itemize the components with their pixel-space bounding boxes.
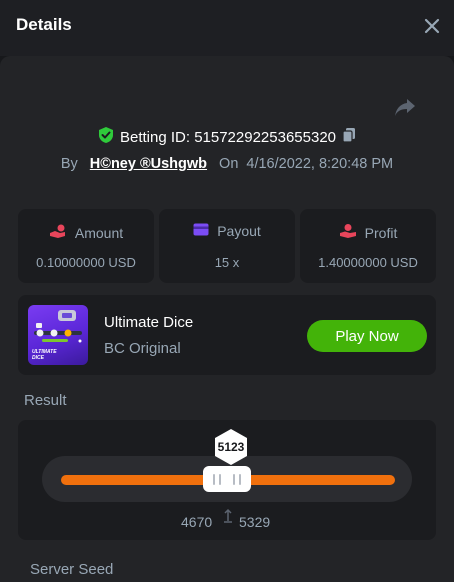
card-icon <box>193 223 209 239</box>
modal-title: Details <box>16 15 72 34</box>
payout-card: Payout 15 x <box>159 209 295 283</box>
payout-value: 15 x <box>214 255 240 270</box>
range-high-value: 5329 <box>239 514 271 530</box>
betting-id-value: 51572292253655320 <box>194 128 337 146</box>
result-value: 5123 <box>217 440 245 454</box>
range-low-value: 4670 <box>181 514 213 530</box>
amount-value: 0.10000000 USD <box>36 255 136 270</box>
shield-check-icon <box>98 126 114 148</box>
by-label: By <box>60 156 78 172</box>
copy-icon[interactable] <box>342 127 356 147</box>
result-label: Result <box>24 392 67 409</box>
play-now-button[interactable]: Play Now <box>307 320 427 352</box>
result-card: 5123 4670 5329 <box>18 420 436 540</box>
payout-label: Payout <box>217 223 261 239</box>
close-icon[interactable] <box>422 16 442 36</box>
game-card: ULTIMATE DICE Ultimate Dice BC Original … <box>18 295 436 375</box>
on-label: On <box>219 156 239 172</box>
username-link[interactable]: H©ney ®Ushgwb <box>90 156 207 172</box>
betting-id-row: Betting ID: 51572292253655320 <box>0 126 454 148</box>
share-icon[interactable] <box>393 96 417 118</box>
hand-profit-icon <box>339 223 357 242</box>
betting-id-label: Betting ID: <box>119 128 195 146</box>
game-subtitle: BC Original <box>104 340 181 357</box>
range-pointer-icon <box>224 508 232 523</box>
hand-coins-icon <box>49 223 67 242</box>
profit-label: Profit <box>364 224 398 241</box>
thumb-text: ULTIMATE DICE <box>32 349 57 361</box>
amount-label: Amount <box>74 224 124 241</box>
amount-card: Amount 0.10000000 USD <box>18 209 154 283</box>
bet-datetime: 4/16/2022, 8:20:48 PM <box>246 156 394 172</box>
profit-value: 1.40000000 USD <box>318 255 418 270</box>
game-thumbnail[interactable]: ULTIMATE DICE <box>28 305 88 365</box>
modal-header: Details <box>0 0 454 56</box>
bet-meta-row: By H©ney ®Ushgwb On 4/16/2022, 8:20:48 P… <box>0 153 454 175</box>
profit-card: Profit 1.40000000 USD <box>300 209 436 283</box>
slider-handle[interactable] <box>203 466 251 492</box>
game-name: Ultimate Dice <box>104 314 194 331</box>
server-seed-label: Server Seed <box>30 561 114 578</box>
betting-id-text: Betting ID: 51572292253655320 <box>120 129 336 146</box>
